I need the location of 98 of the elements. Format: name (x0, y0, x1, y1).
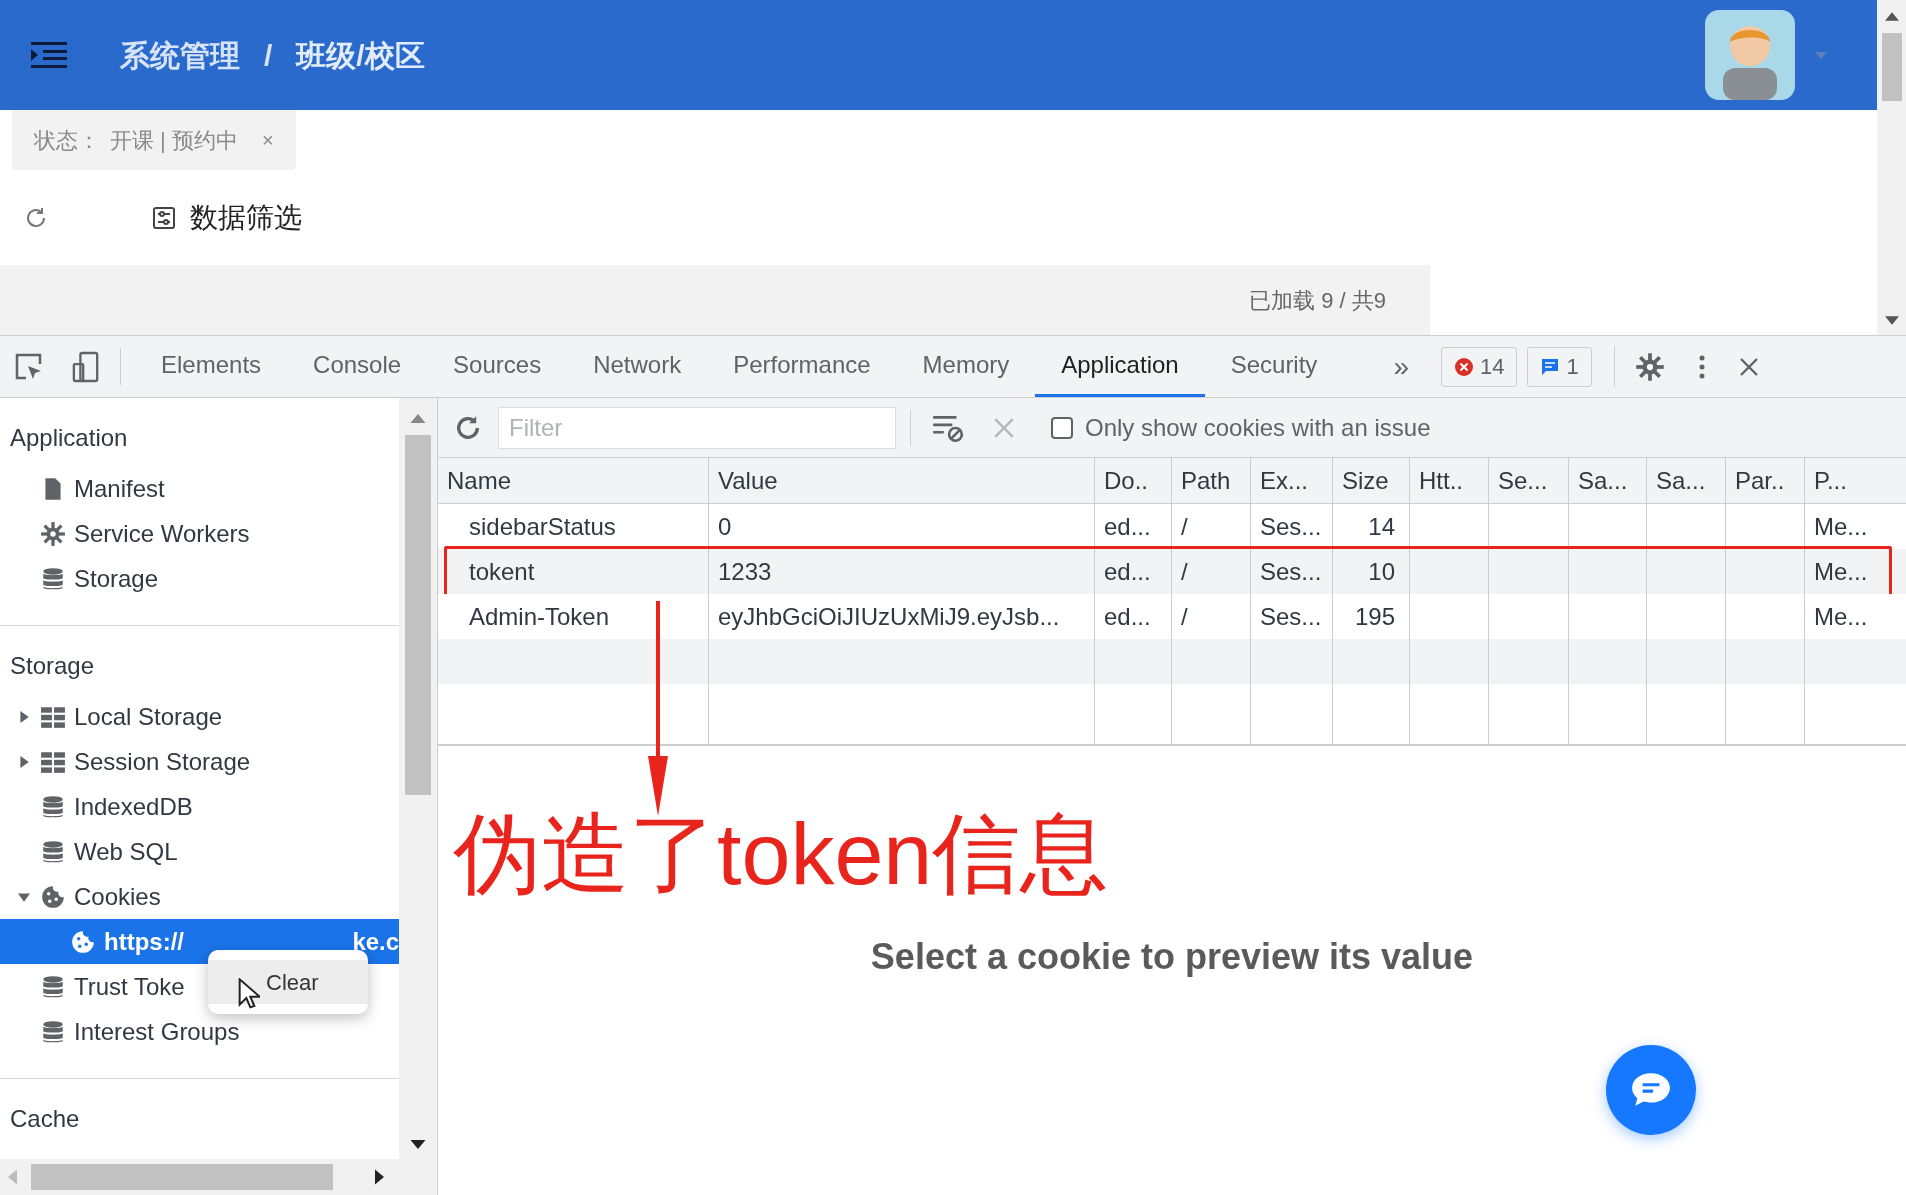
cursor-icon (238, 978, 260, 1010)
more-tabs-button[interactable]: » (1383, 336, 1419, 397)
column-header[interactable]: Ex... (1250, 458, 1332, 503)
horizontal-scrollbar[interactable] (0, 1159, 437, 1195)
scrollbar-thumb[interactable] (1881, 33, 1902, 101)
errors-button[interactable]: 14 (1440, 346, 1518, 387)
filter-field[interactable]: Filter (498, 406, 896, 449)
column-header[interactable]: Value (708, 458, 1094, 503)
menu-icon[interactable] (30, 40, 68, 70)
database-icon (40, 1018, 66, 1045)
device-icon[interactable] (72, 350, 100, 383)
devtools-tab[interactable]: Sources (427, 336, 568, 397)
database-icon (40, 565, 66, 592)
section-heading: Storage (9, 651, 96, 681)
sidebar-item[interactable]: Interest Groups (0, 1009, 244, 1054)
annotation-text: 伪造了token信息 (453, 810, 1109, 898)
column-header[interactable]: Name (438, 458, 708, 503)
scrollbar-thumb[interactable] (405, 435, 432, 795)
item-label: IndexedDB (74, 791, 193, 822)
table-cell-text: sidebarStatus (468, 511, 617, 542)
close-icon[interactable] (1738, 356, 1759, 377)
sidebar-item[interactable]: Session Storage (0, 739, 255, 784)
inspect-icon[interactable] (14, 351, 44, 382)
scroll-up-icon[interactable] (410, 414, 427, 423)
cookie-icon (40, 883, 66, 910)
expanded-arrow-icon[interactable] (18, 890, 30, 903)
item-label: Interest Groups (74, 1016, 240, 1047)
devtools-tab[interactable]: Security (1204, 336, 1344, 397)
cookie-icon (70, 928, 96, 955)
item-label: Service Workers (74, 518, 250, 549)
checkbox-label: Only show cookies with an issue (1085, 412, 1431, 443)
column-header[interactable]: Par.. (1725, 458, 1804, 503)
loaded-count: 已加载 9 / 共9 (1249, 286, 1386, 315)
item-label: Storage (74, 563, 159, 594)
column-header[interactable]: Sa... (1568, 458, 1646, 503)
database-icon (40, 793, 66, 820)
column-header[interactable]: Sa... (1646, 458, 1725, 503)
collapsed-arrow-icon[interactable] (18, 755, 30, 768)
column-header[interactable]: P... (1804, 458, 1904, 503)
item-label: Trust Toke (74, 971, 185, 1002)
more-options-icon[interactable] (1698, 354, 1705, 379)
sidebar-item[interactable]: Manifest (0, 466, 169, 511)
page-scrollbar[interactable] (1877, 0, 1906, 335)
sidebar-item[interactable]: Web SQL (0, 829, 182, 874)
settings-icon (40, 520, 66, 547)
sidebar-item[interactable]: Trust Toke (0, 964, 189, 1009)
collapsed-arrow-icon[interactable] (18, 710, 30, 723)
sidebar-item[interactable]: Storage (0, 556, 163, 601)
filter-button[interactable]: 数据筛选 (152, 196, 302, 239)
scrollbar-thumb[interactable] (31, 1164, 333, 1190)
sidebar-item[interactable]: Local Storage (0, 694, 227, 739)
menu-item[interactable]: Clear (208, 960, 368, 1004)
devtools-tab[interactable]: Console (287, 336, 428, 397)
sidebar-item[interactable]: IndexedDB (0, 784, 197, 829)
scroll-right-icon[interactable] (375, 1169, 384, 1185)
item-label: ke.c (352, 926, 400, 957)
item-label: https:// (104, 926, 184, 957)
checkbox[interactable] (1051, 416, 1073, 439)
item-label: Session Storage (74, 746, 251, 777)
error-icon (1453, 356, 1474, 377)
tag-value: 开课 | 预约中 (110, 126, 238, 155)
messages-button[interactable]: 1 (1527, 346, 1592, 387)
devtools-tab[interactable]: Performance (707, 336, 897, 397)
item-label: Web SQL (74, 836, 178, 867)
item-label: Cookies (74, 881, 161, 912)
refresh-icon[interactable] (24, 205, 48, 230)
breadcrumb-separator: / (264, 37, 273, 74)
column-header[interactable]: Do.. (1094, 458, 1171, 503)
settings-icon[interactable] (1634, 351, 1665, 382)
section-heading: Application (9, 423, 129, 453)
sidebar-item[interactable]: Cookies (0, 874, 165, 919)
preview-message: Select a cookie to preview its value (870, 934, 1474, 979)
item-label: Manifest (74, 473, 165, 504)
table-cell-text: tokent (468, 556, 536, 587)
tag-label: 状态： (34, 126, 100, 155)
scroll-down-icon[interactable] (1884, 316, 1899, 325)
filter-icon (152, 205, 176, 230)
table-cell-text: Admin-Token (468, 601, 611, 632)
database-icon (40, 838, 66, 865)
chat-icon (1630, 1071, 1672, 1109)
message-icon (1540, 356, 1561, 377)
column-header[interactable]: Se... (1488, 458, 1568, 503)
database-icon (40, 973, 66, 1000)
column-header[interactable]: Htt.. (1409, 458, 1488, 503)
breadcrumb-item[interactable]: 系统管理 (120, 32, 240, 78)
sidebar-scrollbar[interactable] (399, 398, 437, 1159)
chat-button[interactable] (1606, 1045, 1696, 1135)
devtools-tab[interactable]: Memory (896, 336, 1036, 397)
devtools-tab[interactable]: Elements (135, 336, 288, 397)
section-heading: Cache (9, 1104, 81, 1134)
column-header[interactable]: Size (1332, 458, 1409, 503)
column-header[interactable]: Path (1171, 458, 1250, 503)
scroll-down-icon[interactable] (410, 1140, 427, 1149)
scroll-up-icon[interactable] (1884, 12, 1899, 21)
breadcrumb-item[interactable]: 班级/校区 (296, 32, 425, 78)
sidebar-item[interactable]: Service Workers (0, 511, 254, 556)
devtools-tab[interactable]: Network (567, 336, 708, 397)
item-label: Local Storage (74, 701, 223, 732)
